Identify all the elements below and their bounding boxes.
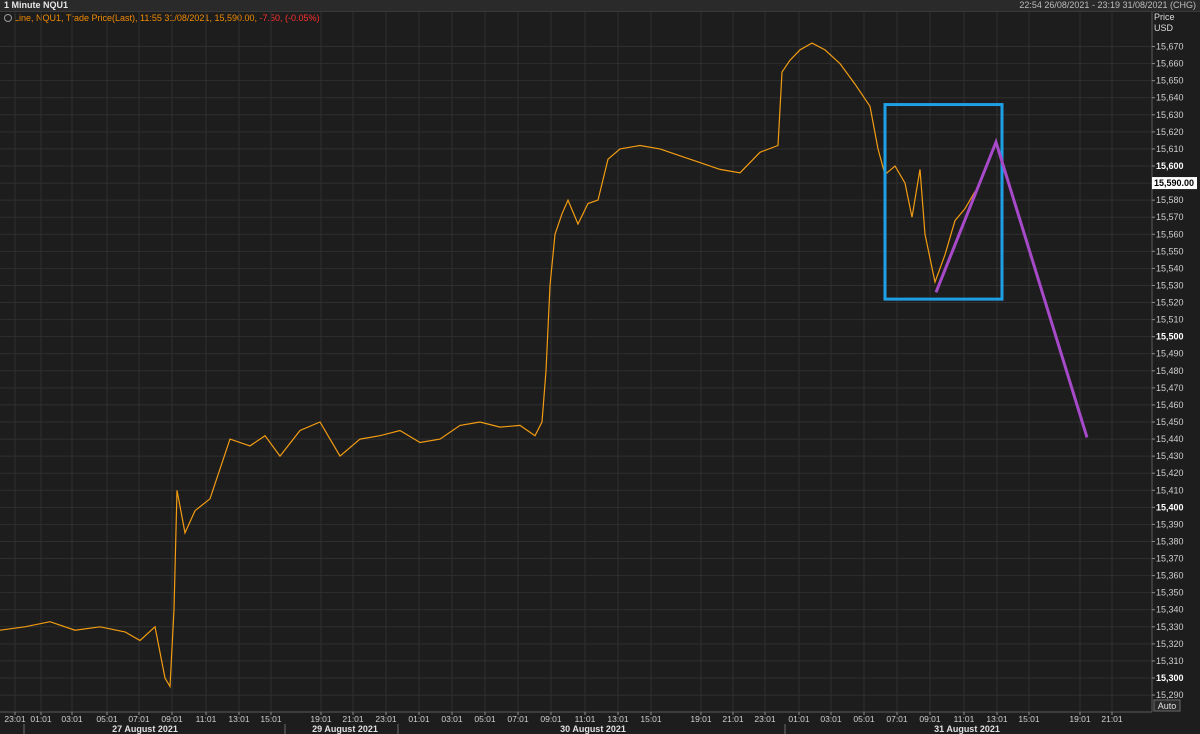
y-tick-label: 15,460 — [1156, 400, 1184, 410]
x-tick-label: 23:01 — [754, 714, 776, 724]
x-tick-label: 09:01 — [161, 714, 183, 724]
y-tick-label: 15,300 — [1156, 673, 1184, 683]
y-tick-label: 15,640 — [1156, 93, 1184, 103]
x-tick-label: 13:01 — [986, 714, 1008, 724]
x-tick-label: 07:01 — [886, 714, 908, 724]
y-tick-label: 15,650 — [1156, 76, 1184, 86]
y-tick-label: 15,420 — [1156, 468, 1184, 478]
x-tick-label: 01:01 — [408, 714, 430, 724]
date-label: 29 August 2021 — [312, 724, 378, 734]
x-tick-label: 07:01 — [128, 714, 150, 724]
y-axis: 15,290 15,300 15,310 15,320 15,330 15,340 15,3… — [1151, 12, 1184, 712]
x-tick-label: 03:01 — [61, 714, 83, 724]
date-label: 30 August 2021 — [560, 724, 626, 734]
y-tick-label: 15,470 — [1156, 383, 1184, 393]
x-tick-label: 05:01 — [853, 714, 875, 724]
x-tick-label: 13:01 — [228, 714, 250, 724]
x-tick-label: 05:01 — [96, 714, 118, 724]
x-tick-label: 11:01 — [575, 714, 596, 724]
grid — [0, 12, 1152, 712]
y-tick-label: 15,320 — [1156, 639, 1184, 649]
x-tick-label: 13:01 — [607, 714, 629, 724]
y-tick-label: 15,380 — [1156, 536, 1184, 546]
x-tick-label: 15:01 — [260, 714, 282, 724]
y-tick-label: 15,310 — [1156, 656, 1184, 666]
y-tick-label: 15,350 — [1156, 588, 1184, 598]
x-axis: 23:01 01:01 03:01 05:01 07:01 09:01 11:01 13:01… — [0, 711, 1152, 734]
x-tick-label: 03:01 — [441, 714, 463, 724]
date-label: 27 August 2021 — [112, 724, 178, 734]
y-tick-label: 15,630 — [1156, 110, 1184, 120]
y-tick-label: 15,610 — [1156, 144, 1184, 154]
y-tick-label: 15,600 — [1156, 161, 1184, 171]
x-tick-label: 19:01 — [690, 714, 712, 724]
x-tick-label: 09:01 — [919, 714, 941, 724]
y-tick-label: 15,410 — [1156, 485, 1184, 495]
x-tick-label: 19:01 — [1069, 714, 1091, 724]
x-tick-label: 15:01 — [1018, 714, 1040, 724]
y-tick-label: 15,560 — [1156, 229, 1184, 239]
y-tick-label: 15,540 — [1156, 263, 1184, 273]
y-tick-label: 15,450 — [1156, 417, 1184, 427]
y-tick-label: 15,400 — [1156, 502, 1184, 512]
y-tick-label: 15,620 — [1156, 127, 1184, 137]
current-price-label: 15,590.00 — [1154, 178, 1194, 188]
x-tick-label: 21:01 — [1101, 714, 1123, 724]
x-tick-label: 09:01 — [540, 714, 562, 724]
y-tick-label: 15,290 — [1156, 690, 1184, 700]
y-tick-label: 15,550 — [1156, 246, 1184, 256]
y-tick-label: 15,330 — [1156, 622, 1184, 632]
price-chart[interactable]: 15,290 15,300 15,310 15,320 15,330 15,340 15,3… — [0, 0, 1200, 734]
y-tick-label: 15,390 — [1156, 519, 1184, 529]
x-tick-label: 11:01 — [196, 714, 217, 724]
y-tick-label: 15,660 — [1156, 59, 1184, 69]
x-tick-label: 21:01 — [342, 714, 364, 724]
x-tick-label: 15:01 — [640, 714, 662, 724]
y-tick-label: 15,670 — [1156, 42, 1184, 52]
y-tick-label: 15,430 — [1156, 451, 1184, 461]
y-tick-label: 15,530 — [1156, 280, 1184, 290]
y-tick-label: 15,360 — [1156, 571, 1184, 581]
current-price-tag: 15,590.00 — [1152, 177, 1197, 190]
y-tick-label: 15,510 — [1156, 315, 1184, 325]
y-tick-label: 15,500 — [1156, 332, 1184, 342]
auto-button-label: Auto — [1158, 701, 1177, 711]
date-label: 31 August 2021 — [934, 724, 1000, 734]
price-line — [0, 42, 976, 689]
x-tick-label: 19:01 — [310, 714, 332, 724]
x-tick-label: 01:01 — [30, 714, 52, 724]
x-tick-label: 23:01 — [4, 714, 26, 724]
y-tick-label: 15,580 — [1156, 195, 1184, 205]
x-tick-label: 07:01 — [507, 714, 529, 724]
x-tick-label: 03:01 — [820, 714, 842, 724]
x-tick-label: 21:01 — [722, 714, 744, 724]
x-tick-label: 11:01 — [954, 714, 975, 724]
x-tick-label: 23:01 — [375, 714, 397, 724]
x-tick-label: 05:01 — [474, 714, 496, 724]
y-tick-label: 15,440 — [1156, 434, 1184, 444]
y-tick-label: 15,490 — [1156, 349, 1184, 359]
y-tick-label: 15,340 — [1156, 605, 1184, 615]
y-tick-label: 15,570 — [1156, 212, 1184, 222]
y-tick-label: 15,370 — [1156, 554, 1184, 564]
auto-button[interactable]: Auto — [1153, 699, 1181, 712]
y-tick-label: 15,480 — [1156, 366, 1184, 376]
x-tick-label: 01:01 — [788, 714, 810, 724]
y-tick-label: 15,520 — [1156, 298, 1184, 308]
projection-line — [934, 137, 1089, 438]
